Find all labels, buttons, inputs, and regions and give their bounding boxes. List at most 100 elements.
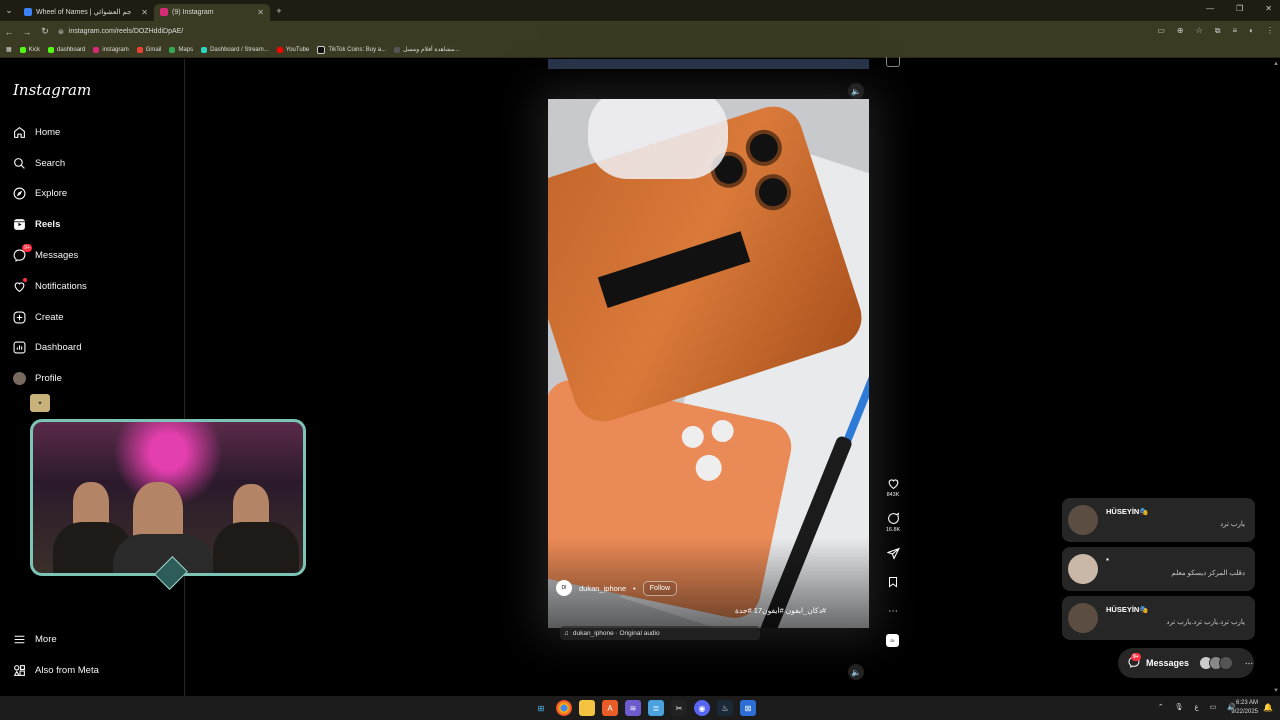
bookmark-star-icon[interactable]: ☆ [1196,26,1203,36]
mic-icon[interactable]: 🎙 [1175,703,1184,711]
bookmark-movies[interactable]: مشاهدة أفلام ومسل... [394,46,459,53]
avatar [12,371,26,385]
more-dots-icon[interactable]: ⋯ [1245,659,1253,668]
heart-icon [886,476,900,490]
bookmark-dashboard[interactable]: dashboard [48,46,85,53]
bookmark-instagram[interactable]: instagram [93,46,129,53]
bookmark-label: YouTube [285,46,310,53]
language-indicator[interactable]: ع [1194,703,1198,711]
author-username[interactable]: dukan_iphone [579,584,626,593]
sidebar-item-search[interactable]: Search [12,156,65,170]
follow-button[interactable]: Follow [642,580,678,596]
sidebar-item-more[interactable]: More [12,632,57,646]
profile-icon[interactable]: ◐ [1249,26,1254,36]
hamburger-icon [12,632,26,646]
app-stream-icon[interactable]: ≋ [625,700,641,716]
sidebar-item-label: Create [35,311,64,323]
file-explorer-icon[interactable] [579,700,595,716]
clock-date: 9/22/2025 [1231,709,1258,715]
taskbar-clock[interactable]: 6:23 AM 9/22/2025 [1231,699,1258,717]
maximize-icon[interactable]: ❐ [1236,4,1243,13]
wheel-favicon-icon [24,8,32,16]
reel-audio[interactable]: ♫ dukan_iphone · Original audio [560,626,760,640]
sidebar-item-notifications[interactable]: Notifications [12,278,87,293]
app-blue-icon[interactable]: ⊠ [740,700,756,716]
like-action[interactable]: 843K [882,476,904,498]
close-tab-icon[interactable]: ✕ [141,8,148,17]
tab-instagram[interactable]: (9) Instagram ✕ [154,3,270,21]
instagram-logo[interactable]: Instagram [13,81,91,99]
scroll-down-icon[interactable]: ▼ [1273,688,1279,694]
tab-wheel-of-names[interactable]: Wheel of Names | جم العشوائي ✕ [18,4,154,21]
comment-icon [886,511,900,525]
sidebar-item-reels[interactable]: Reels [12,217,60,231]
app-orange-icon[interactable]: A [602,700,618,716]
bookmark-label: Maps [178,46,194,53]
page-scrollbar[interactable]: ▲ ▼ [1272,59,1280,696]
kick-icon [48,46,55,53]
browser-tab-bar: ⌄ Wheel of Names | جم العشوائي ✕ (9) Ins… [0,0,1280,21]
steam-icon[interactable]: ♨ [717,700,733,716]
sidebar-item-explore[interactable]: Explore [12,186,67,200]
bookmark-kick[interactable]: Kick [19,46,40,53]
bookmark-label: Gmail [145,46,162,53]
apps-icon[interactable]: ▦ [6,46,12,53]
messages-pill-button[interactable]: 9+ Messages ⋯ [1118,648,1254,678]
previous-reel-audio-icon[interactable] [886,57,900,67]
author-avatar[interactable]: DI [556,580,572,596]
back-icon[interactable]: ← [0,27,18,37]
bookmark-label: Dashboard / Stream... [210,46,269,53]
forward-icon[interactable]: → [18,27,36,37]
sidebar-item-messages[interactable]: 9+ Messages [12,244,78,262]
tray-chevron-icon[interactable]: ⌃ [1158,703,1164,711]
close-window-icon[interactable]: ✕ [1265,4,1272,13]
discord-icon[interactable]: ◉ [694,700,710,716]
cast-icon[interactable]: ▭ [1157,26,1165,36]
tab-title: Wheel of Names | جم العشوائي [36,9,132,16]
menu-icon[interactable]: ⋮ [1266,26,1274,36]
instagram-icon [93,46,100,53]
next-reel-mute-icon[interactable]: 🔈 [848,664,864,680]
extensions-icon[interactable]: ⧉ [1215,26,1221,36]
media-icon[interactable]: ≡ [1232,26,1237,36]
windows-start-icon[interactable]: ⊞ [533,700,549,716]
bookmark-maps[interactable]: Maps [169,46,194,53]
capcut-icon[interactable]: ✂ [671,700,687,716]
network-icon[interactable]: ▭ [1210,703,1217,711]
url-field[interactable]: ⊜ instagram.com/reels/DOZHddiDpAE/ [58,28,183,36]
notification-dot [23,278,27,282]
mute-toggle-icon[interactable]: 🔈 [848,83,864,99]
notification-bell-icon[interactable]: 🔔 [1263,703,1273,712]
audio-avatar[interactable]: DI [886,634,899,647]
sidebar-item-meta[interactable]: Also from Meta [12,663,99,677]
reload-icon[interactable]: ↻ [36,26,54,37]
sidebar-item-create[interactable]: Create [12,310,64,324]
comment-action[interactable]: 16.8K [882,511,904,533]
reel-caption[interactable]: #دكان_ايفون #ايفون17 #جدة [735,606,826,615]
site-info-icon[interactable]: ⊜ [58,28,64,36]
sidebar-item-dashboard[interactable]: Dashboard [12,340,81,354]
minimize-icon[interactable]: — [1206,4,1214,13]
sidebar-item-profile[interactable]: Profile [12,371,62,385]
more-action[interactable]: ⋯ [882,604,904,618]
bookmark-youtube[interactable]: YouTube [276,46,310,53]
chrome-icon[interactable] [556,700,572,716]
zoom-icon[interactable]: ⊕ [1177,26,1184,36]
notepad-icon[interactable]: ≣ [648,700,664,716]
compass-icon [12,186,26,200]
save-action[interactable] [882,575,904,589]
bookmark-stream-dashboard[interactable]: Dashboard / Stream... [201,46,269,53]
share-action[interactable] [882,546,904,560]
sidebar-item-label: Reels [35,218,61,230]
webcam-shirt [213,522,299,573]
maps-icon [169,46,176,53]
tab-search-icon[interactable]: ⌄ [0,5,18,16]
bookmark-tiktok[interactable]: TikTok Coins: Buy a... [317,45,386,54]
scroll-up-icon[interactable]: ▲ [1273,61,1279,67]
new-tab-button[interactable]: + [270,6,288,16]
sidebar-item-home[interactable]: Home [12,125,60,139]
chat-notification: * دقلب المركز ديسكو معلم [1062,547,1255,591]
close-tab-icon[interactable]: ✕ [257,8,264,17]
reel-video[interactable] [548,99,869,628]
bookmark-gmail[interactable]: Gmail [136,46,162,53]
